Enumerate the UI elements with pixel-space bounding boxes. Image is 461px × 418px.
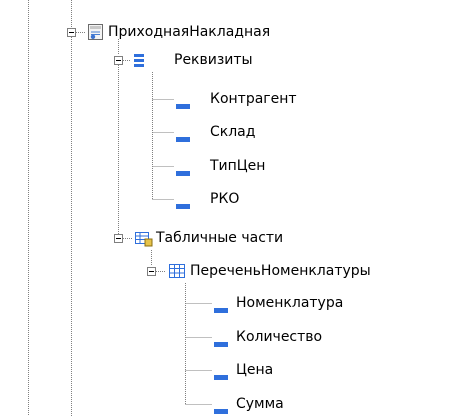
attribute-icon	[176, 97, 190, 113]
collapse-toggle-requisites[interactable]	[114, 56, 123, 65]
metadata-tree: ПриходнаяНакладная Реквизиты Контрагент …	[0, 0, 461, 416]
attribute-icon	[214, 301, 228, 317]
table-column-item[interactable]: Номенклатура	[236, 294, 343, 312]
tree-node-requisites-label[interactable]: Реквизиты	[174, 51, 253, 69]
attribute-icon	[176, 130, 190, 146]
requisite-item[interactable]: ТипЦен	[210, 157, 265, 175]
tabular-parts-icon	[135, 230, 153, 251]
table-column-item[interactable]: Количество	[236, 328, 322, 346]
table-column-item[interactable]: Сумма	[236, 395, 284, 413]
requisite-item[interactable]: Контрагент	[210, 90, 297, 108]
collapse-toggle-table[interactable]	[147, 267, 156, 276]
tree-node-table-label[interactable]: ПереченьНоменклатуры	[190, 262, 371, 280]
attribute-icon	[176, 164, 190, 180]
requisite-item[interactable]: РКО	[210, 190, 239, 208]
tree-node-root-label[interactable]: ПриходнаяНакладная	[108, 23, 270, 41]
document-icon	[88, 24, 104, 45]
collapse-toggle-tabular[interactable]	[114, 234, 123, 243]
attribute-icon	[176, 197, 190, 213]
collapse-toggle-root[interactable]	[67, 28, 76, 37]
requisite-item[interactable]: Склад	[210, 123, 255, 141]
table-column-item[interactable]: Цена	[236, 361, 273, 379]
attribute-icon	[214, 368, 228, 384]
table-icon	[169, 264, 185, 282]
attribute-icon	[214, 335, 228, 351]
tree-node-tabular-label[interactable]: Табличные части	[156, 229, 283, 247]
requisites-folder-icon	[132, 53, 146, 73]
